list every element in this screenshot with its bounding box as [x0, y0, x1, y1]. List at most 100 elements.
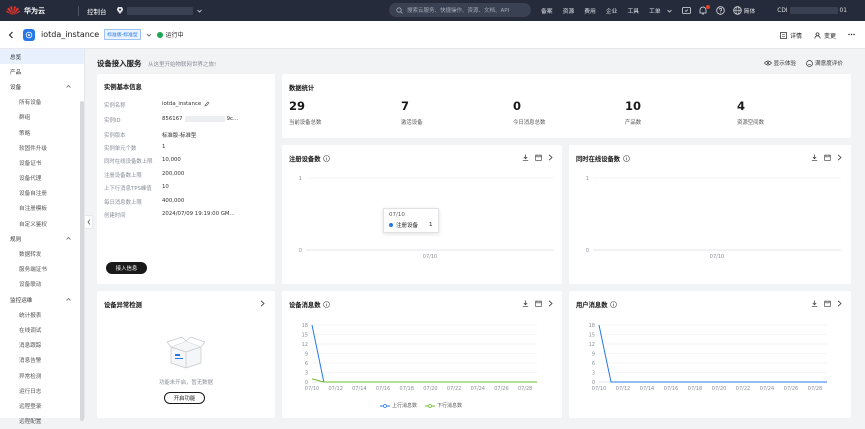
user-messages-chart[interactable]: 0 3 6 9 12 15 18 07/10 07/12 07/14 07/16 07/18 07/20… — [569, 311, 851, 411]
nav-link-billing[interactable]: 费用 — [584, 6, 596, 15]
info-icon[interactable] — [323, 155, 331, 162]
chevron-right-icon[interactable] — [837, 154, 842, 161]
download-icon[interactable] — [811, 154, 818, 161]
sidebar-item[interactable]: 策略 — [0, 125, 84, 140]
nav-link-filing[interactable]: 备案 — [541, 6, 553, 15]
chevron-right-icon[interactable] — [548, 154, 553, 161]
smile-icon — [806, 59, 813, 67]
sidebar-item[interactable]: 软固件升级 — [0, 140, 84, 155]
device-messages-chart[interactable]: 0 3 6 9 12 15 18 07/10 07/12 07/14 07/16 07/18 07/20… — [282, 311, 562, 411]
page-title: 设备接入服务 — [97, 59, 142, 68]
sidebar-item[interactable]: 监控运维 — [0, 292, 84, 307]
chevron-right-icon[interactable] — [837, 300, 842, 307]
sidebar-item[interactable]: 总览 — [0, 49, 84, 65]
sidebar-collapse-handle[interactable] — [85, 215, 93, 229]
details-button[interactable]: 详情 — [780, 31, 802, 40]
chevron-right-icon[interactable] — [548, 300, 553, 307]
info-icon[interactable] — [623, 155, 630, 162]
sidebar-item[interactable]: 设备 — [0, 79, 84, 94]
ticket-dropdown-icon[interactable] — [665, 6, 674, 15]
global-search-input[interactable]: 搜索云服务、快捷操作、资源、文档、API — [389, 3, 531, 17]
nav-link-enterprise[interactable]: 企业 — [606, 6, 618, 15]
huawei-cloud-logo[interactable]: 华为云 — [6, 6, 78, 16]
sidebar-item[interactable]: 设备代理 — [0, 171, 84, 186]
x-tick-label: 07/24 — [760, 386, 774, 392]
access-info-button[interactable]: 接入信息 — [106, 262, 147, 274]
online-devices-chart[interactable]: 0 1 07/10 — [569, 165, 851, 275]
x-tick-label: 07/18 — [688, 386, 702, 392]
info-value-register-limit: 200,000 — [162, 171, 185, 177]
sidebar-item[interactable]: 统计报表 — [0, 307, 84, 322]
download-icon[interactable] — [522, 154, 529, 161]
calendar-icon[interactable] — [535, 154, 542, 161]
sidebar-item[interactable]: 产品 — [0, 64, 84, 79]
sidebar-item[interactable]: 远程配置 — [0, 414, 84, 429]
calendar-icon[interactable] — [535, 300, 542, 307]
notification-bell-icon[interactable] — [699, 5, 710, 15]
sidebar-item[interactable]: 服务端证书 — [0, 262, 84, 277]
sidebar-item[interactable]: 所有设备 — [0, 95, 84, 110]
console-link[interactable]: 控制台 — [87, 6, 107, 16]
device-messages-chart-card: 设备消息数 0 3 6 9 12 15 18 07/10 07/12 07/14 07/16 07/1… — [282, 291, 562, 418]
sidebar-scrollbar[interactable] — [80, 101, 84, 421]
sidebar-item[interactable]: 群组 — [0, 110, 84, 125]
calendar-icon[interactable] — [824, 300, 831, 307]
more-options-icon[interactable] — [848, 31, 855, 38]
sidebar-item[interactable]: 远程登录 — [0, 398, 84, 413]
screen-icon[interactable] — [681, 6, 691, 15]
info-icon[interactable] — [323, 301, 331, 308]
sidebar-item[interactable]: 规则 — [0, 231, 84, 246]
account-menu[interactable]: CDI 01 — [777, 7, 847, 14]
info-value-version: 标准版-标准型 — [162, 133, 197, 139]
language-selector[interactable]: 简体 — [744, 6, 756, 15]
help-icon[interactable] — [715, 6, 725, 15]
legend-downlink-label: 下行消息数 — [437, 403, 463, 409]
sidebar-item-label: 设备自注册 — [19, 191, 47, 198]
legend-item-downlink[interactable]: 下行消息数 — [425, 402, 462, 409]
online-devices-title-wrap: 同时在线设备数 — [576, 154, 630, 163]
calendar-icon[interactable] — [824, 154, 831, 161]
region-selector[interactable] — [116, 6, 202, 15]
sidebar-item-label: 运行日志 — [19, 388, 42, 395]
chevron-right-icon[interactable] — [260, 300, 265, 307]
instance-switch-chevron-icon[interactable] — [146, 32, 152, 38]
y-tick-label: 15 — [589, 332, 595, 338]
download-icon[interactable] — [522, 300, 529, 307]
download-icon[interactable] — [811, 300, 818, 307]
sidebar-item[interactable]: 消息告警 — [0, 353, 84, 368]
sidebar-item[interactable]: 自注册模板 — [0, 201, 84, 216]
instance-id-redacted — [184, 116, 225, 122]
show-experience-button[interactable]: 显示体验 — [763, 59, 796, 67]
tooltip-row: 注册设备 1 — [389, 221, 433, 229]
satisfaction-rating-button[interactable]: 满意度评价 — [806, 59, 843, 67]
nav-link-tools[interactable]: 工具 — [627, 6, 639, 15]
info-key-version: 实例版本 — [104, 133, 126, 139]
sidebar-item[interactable]: 在线调试 — [0, 322, 84, 337]
sidebar-item[interactable]: 设备自注册 — [0, 186, 84, 201]
sidebar-item-label: 在线调试 — [19, 327, 42, 334]
info-key-created: 创建时间 — [104, 213, 126, 219]
sidebar-item[interactable]: 数据转发 — [0, 246, 84, 261]
nav-link-resources[interactable]: 资源 — [563, 6, 575, 15]
language-globe-icon[interactable] — [732, 6, 742, 15]
sidebar-item[interactable]: 异常检测 — [0, 368, 84, 383]
legend-uplink-label: 上行消息数 — [392, 403, 418, 409]
huawei-logo-icon — [6, 6, 20, 15]
sidebar-item[interactable]: 自定义鉴权 — [0, 216, 84, 231]
sidebar-item[interactable]: 运行日志 — [0, 383, 84, 398]
info-value-online-limit: 10,000 — [162, 157, 181, 163]
instance-status: 运行中 — [156, 30, 184, 39]
tooltip-series-dot — [389, 223, 393, 227]
chart-toolbar — [522, 154, 553, 161]
back-arrow-icon[interactable] — [7, 31, 15, 39]
enable-feature-button[interactable]: 开启功能 — [164, 392, 205, 404]
sidebar-item[interactable]: 设备证书 — [0, 155, 84, 170]
info-value-name-wrap: iotda_instance — [162, 101, 210, 107]
nav-link-tickets[interactable]: 工单 — [649, 6, 661, 15]
legend-item-uplink[interactable]: 上行消息数 — [380, 402, 417, 409]
sidebar-item[interactable]: 消息跟踪 — [0, 338, 84, 353]
sidebar-item[interactable]: 设备联动 — [0, 277, 84, 292]
edit-pencil-icon[interactable] — [204, 101, 210, 107]
change-button[interactable]: 变更 — [814, 31, 836, 40]
info-icon[interactable] — [610, 301, 618, 308]
